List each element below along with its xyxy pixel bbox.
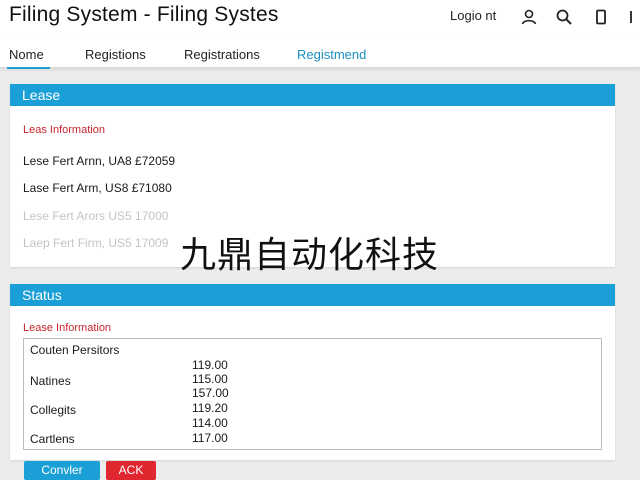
- lease-line: Lase Fert Arm, US8 £71080: [23, 181, 172, 195]
- tab-registrations[interactable]: Registrations: [184, 47, 260, 62]
- status-panel-header: Status: [10, 284, 615, 306]
- status-value: 119.20: [192, 401, 228, 415]
- ack-button[interactable]: ACK: [106, 461, 156, 480]
- user-icon[interactable]: [518, 6, 540, 28]
- login-link[interactable]: Logio nt: [450, 8, 496, 23]
- status-row-label: Cartlens: [30, 432, 75, 446]
- lease-line: Laep Fert Firm, US5 17009: [23, 236, 169, 250]
- status-table-header: Couten Persitors: [30, 343, 120, 357]
- lease-line: Lese Fert Arnn, UA8 £72059: [23, 154, 176, 168]
- device-icon[interactable]: [590, 6, 612, 28]
- status-value: 114.00: [192, 416, 228, 430]
- lease-line: Lese Fert Arors US5 17000: [23, 209, 169, 223]
- status-row-label: Collegits: [30, 403, 77, 417]
- watermark: 九鼎自动化科技: [180, 235, 440, 276]
- search-icon[interactable]: [553, 6, 575, 28]
- lease-panel-header: Lease: [10, 84, 615, 106]
- status-panel: Status Lease Information Couten Persitor…: [10, 284, 615, 460]
- nav-bar: Nome Registions Registrations Registmend: [0, 36, 640, 69]
- top-bar: Filing System - Filing Systes Logio nt: [0, 0, 640, 36]
- status-value: 157.00: [192, 386, 229, 400]
- tab-registmend[interactable]: Registmend: [297, 47, 366, 62]
- status-row-label: Natines: [30, 374, 71, 388]
- status-value: 119.00: [192, 358, 228, 372]
- convert-button[interactable]: Convler: [24, 461, 100, 480]
- status-value: 117.00: [192, 431, 228, 445]
- menu-icon[interactable]: [620, 6, 640, 28]
- lease-section-label: Leas Information: [23, 124, 105, 136]
- status-section-label: Lease Information: [23, 322, 112, 334]
- app-title: Filing System - Filing Systes: [9, 3, 279, 26]
- status-value: 115.00: [192, 372, 228, 386]
- tab-registions[interactable]: Registions: [85, 47, 146, 62]
- status-table: Couten Persitors 119.00 Natines 115.00 1…: [23, 338, 602, 450]
- tab-home[interactable]: Nome: [7, 47, 50, 69]
